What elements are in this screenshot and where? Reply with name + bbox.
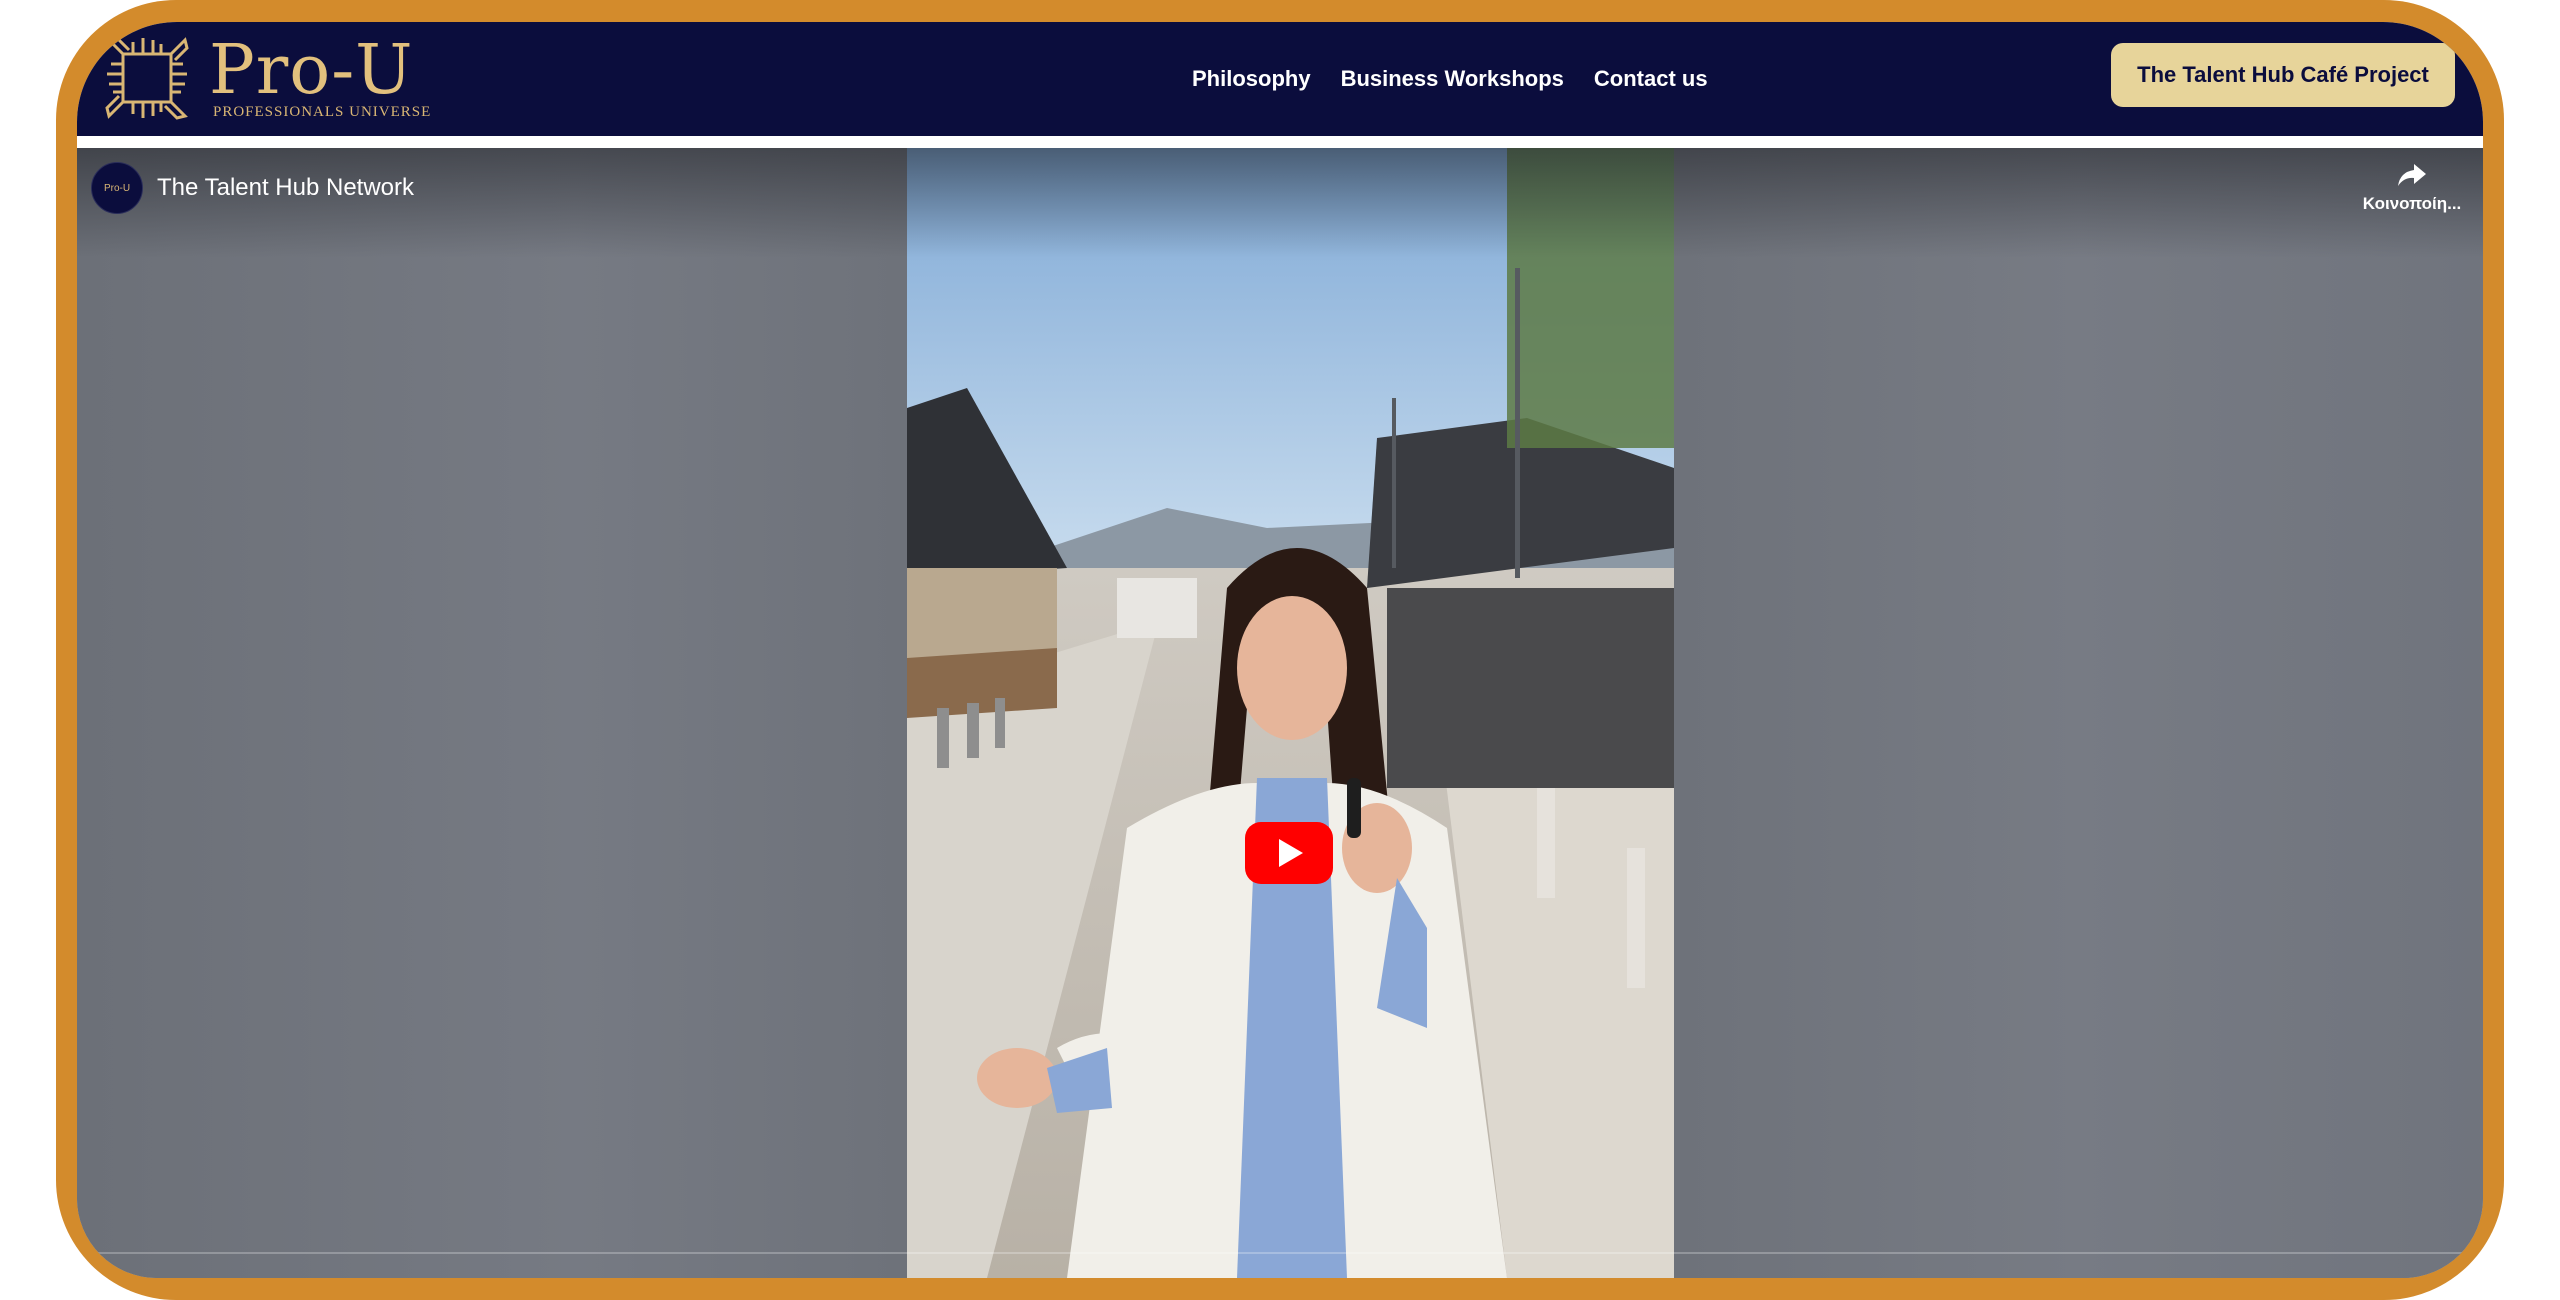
main-nav: Philosophy Business Workshops Contact us (1192, 22, 1708, 136)
youtube-play-icon[interactable] (1245, 822, 1333, 884)
logo-title: Pro-U (209, 30, 414, 110)
four-hands-square-logo-icon (105, 36, 189, 120)
channel-info[interactable]: Pro-U The Talent Hub Network (91, 162, 414, 214)
video-blur-right (1674, 148, 2483, 1278)
talent-hub-cafe-button[interactable]: The Talent Hub Café Project (2111, 43, 2455, 107)
site-logo[interactable]: Pro-U PROFESSIONALS UNIVERSE (99, 28, 431, 128)
page-frame: Pro-U PROFESSIONALS UNIVERSE Philosophy … (56, 0, 2504, 1300)
video-top-overlay (77, 148, 2483, 258)
logo-subtitle: PROFESSIONALS UNIVERSE (213, 103, 432, 120)
share-arrow-icon (2398, 164, 2426, 186)
video-blur-left (77, 148, 907, 1278)
logo-text: Pro-U PROFESSIONALS UNIVERSE (209, 30, 432, 121)
video-progress-track (77, 1252, 2483, 1254)
video-scene-image (907, 148, 1674, 1278)
page-content: Pro-U PROFESSIONALS UNIVERSE Philosophy … (77, 22, 2483, 1278)
nav-link-contact-us[interactable]: Contact us (1594, 66, 1708, 92)
share-label: Κοινοποίη... (2362, 194, 2462, 213)
video-embed[interactable]: Pro-U The Talent Hub Network Κοινοποίη..… (77, 148, 2483, 1278)
channel-avatar[interactable]: Pro-U (91, 162, 143, 214)
share-button[interactable]: Κοινοποίη... (2357, 162, 2467, 214)
video-title[interactable]: The Talent Hub Network (157, 174, 414, 202)
nav-link-business-workshops[interactable]: Business Workshops (1341, 66, 1564, 92)
video-thumbnail (907, 148, 1674, 1278)
site-header: Pro-U PROFESSIONALS UNIVERSE Philosophy … (77, 22, 2483, 136)
nav-link-philosophy[interactable]: Philosophy (1192, 66, 1311, 92)
header-divider (77, 136, 2483, 148)
